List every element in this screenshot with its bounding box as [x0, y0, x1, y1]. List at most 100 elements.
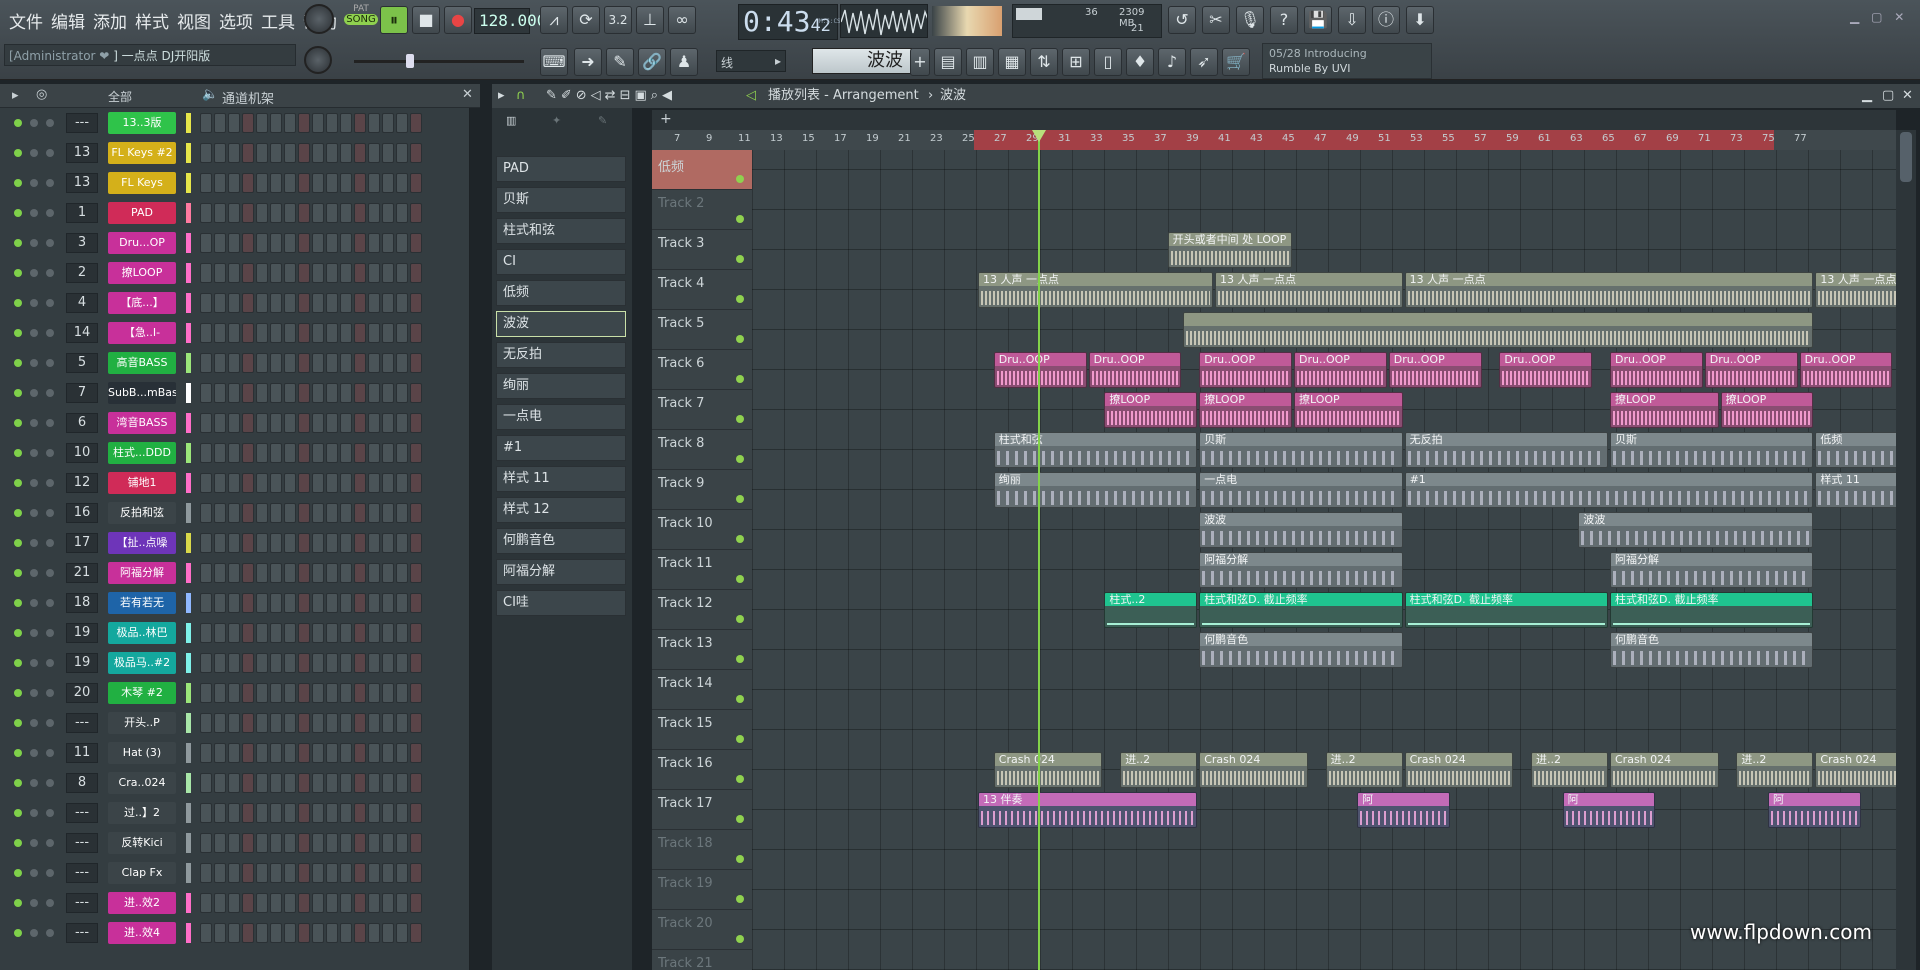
step-button[interactable]: [354, 863, 366, 883]
channel-row[interactable]: --- 反转Kici: [0, 828, 470, 858]
mixer-track-number[interactable]: 21: [66, 563, 98, 583]
step-button[interactable]: [410, 503, 422, 523]
channel-name-button[interactable]: PAD: [108, 202, 176, 224]
step-button[interactable]: [298, 833, 310, 853]
step-button[interactable]: [312, 743, 324, 763]
playlist-clip[interactable]: 13 伴奏: [978, 792, 1198, 828]
step-button[interactable]: [298, 113, 310, 133]
playlist-clip[interactable]: 撩LOOP: [1104, 392, 1198, 428]
step-button[interactable]: [326, 623, 338, 643]
metronome-icon[interactable]: ⩘: [540, 6, 568, 34]
track-header[interactable]: 低频: [652, 150, 752, 190]
step-button[interactable]: [340, 203, 352, 223]
step-button[interactable]: [410, 743, 422, 763]
pattern-item[interactable]: 阿福分解: [496, 559, 626, 585]
playlist-clip[interactable]: 撩LOOP: [1610, 392, 1719, 428]
step-button[interactable]: [228, 473, 240, 493]
step-button[interactable]: [340, 653, 352, 673]
step-button[interactable]: [284, 413, 296, 433]
step-button[interactable]: [326, 293, 338, 313]
volume-knob[interactable]: [46, 269, 54, 277]
track-header[interactable]: Track 20: [652, 910, 752, 950]
playlist-clip[interactable]: 进..2: [1325, 752, 1403, 788]
step-button[interactable]: [312, 683, 324, 703]
step-button[interactable]: [410, 683, 422, 703]
step-button[interactable]: [326, 353, 338, 373]
step-button[interactable]: [340, 683, 352, 703]
step-button[interactable]: [396, 503, 408, 523]
step-button[interactable]: [312, 533, 324, 553]
step-button[interactable]: [242, 563, 254, 583]
pan-knob[interactable]: [30, 719, 38, 727]
step-button[interactable]: [214, 473, 226, 493]
channel-row[interactable]: 8 Cra..024: [0, 768, 470, 798]
step-button[interactable]: [396, 893, 408, 913]
step-button[interactable]: [284, 923, 296, 943]
mixer-track-number[interactable]: 12: [66, 473, 98, 493]
pan-knob[interactable]: [30, 419, 38, 427]
mute-led[interactable]: [14, 719, 22, 727]
piano-icon[interactable]: ▥: [506, 114, 516, 127]
arrow-icon[interactable]: ➜: [574, 48, 602, 76]
step-button[interactable]: [256, 233, 268, 253]
playlist-grid[interactable]: 开头或者中间 处 LOOP 13 人声 一点点 13 人声 一点点 13 人声 一点点…: [752, 150, 1896, 970]
mixer-track-number[interactable]: 5: [66, 353, 98, 373]
step-button[interactable]: [256, 443, 268, 463]
step-button[interactable]: [256, 743, 268, 763]
mute-led[interactable]: [14, 419, 22, 427]
step-button[interactable]: [410, 233, 422, 253]
channel-select-indicator[interactable]: [186, 473, 191, 493]
step-button[interactable]: [312, 863, 324, 883]
step-button[interactable]: [214, 533, 226, 553]
playlist-clip[interactable]: 13 人声 一点点: [1404, 272, 1814, 308]
channel-name-button[interactable]: 进..效4: [108, 922, 176, 944]
playlist-clip[interactable]: 波波: [1578, 512, 1814, 548]
channel-name-button[interactable]: 反转Kici: [108, 832, 176, 854]
mixer-track-number[interactable]: 18: [66, 593, 98, 613]
step-button[interactable]: [410, 443, 422, 463]
step-button[interactable]: [382, 293, 394, 313]
channel-row[interactable]: 1 PAD: [0, 198, 470, 228]
step-button[interactable]: [284, 893, 296, 913]
step-button[interactable]: [340, 323, 352, 343]
channel-name-button[interactable]: 柱式...DDD: [108, 442, 176, 464]
tempo-display[interactable]: 128.000: [474, 8, 546, 34]
volume-knob[interactable]: [46, 659, 54, 667]
step-button[interactable]: [298, 473, 310, 493]
mixer-track-number[interactable]: ---: [66, 803, 98, 823]
step-button[interactable]: [312, 383, 324, 403]
step-button[interactable]: [256, 773, 268, 793]
step-button[interactable]: [312, 143, 324, 163]
step-button[interactable]: [270, 773, 282, 793]
pattern-selector[interactable]: 波波: [812, 48, 912, 74]
step-button[interactable]: [298, 743, 310, 763]
step-button[interactable]: [368, 713, 380, 733]
mute-led[interactable]: [14, 779, 22, 787]
step-button[interactable]: [396, 203, 408, 223]
step-button[interactable]: [242, 593, 254, 613]
step-button[interactable]: [410, 413, 422, 433]
step-button[interactable]: [298, 443, 310, 463]
step-button[interactable]: [284, 533, 296, 553]
mute-led[interactable]: [14, 299, 22, 307]
channel-row[interactable]: 4 【底...】: [0, 288, 470, 318]
step-button[interactable]: [298, 413, 310, 433]
step-button[interactable]: [200, 443, 212, 463]
step-button[interactable]: [256, 923, 268, 943]
browser-icon[interactable]: ⊞: [1062, 48, 1090, 76]
playlist-clip[interactable]: Crash 024: [1610, 752, 1719, 788]
step-button[interactable]: [354, 773, 366, 793]
step-button[interactable]: [410, 143, 422, 163]
step-button[interactable]: [354, 833, 366, 853]
step-button[interactable]: [256, 683, 268, 703]
pan-knob[interactable]: [30, 329, 38, 337]
step-button[interactable]: [270, 623, 282, 643]
step-button[interactable]: [242, 443, 254, 463]
channel-select-indicator[interactable]: [186, 173, 191, 193]
track-enable-led[interactable]: [736, 455, 744, 463]
step-button[interactable]: [256, 593, 268, 613]
mixer-track-number[interactable]: 3: [66, 233, 98, 253]
mixer-track-number[interactable]: 8: [66, 773, 98, 793]
playlist-clip[interactable]: 阿福分解: [1610, 552, 1814, 588]
step-button[interactable]: [382, 113, 394, 133]
